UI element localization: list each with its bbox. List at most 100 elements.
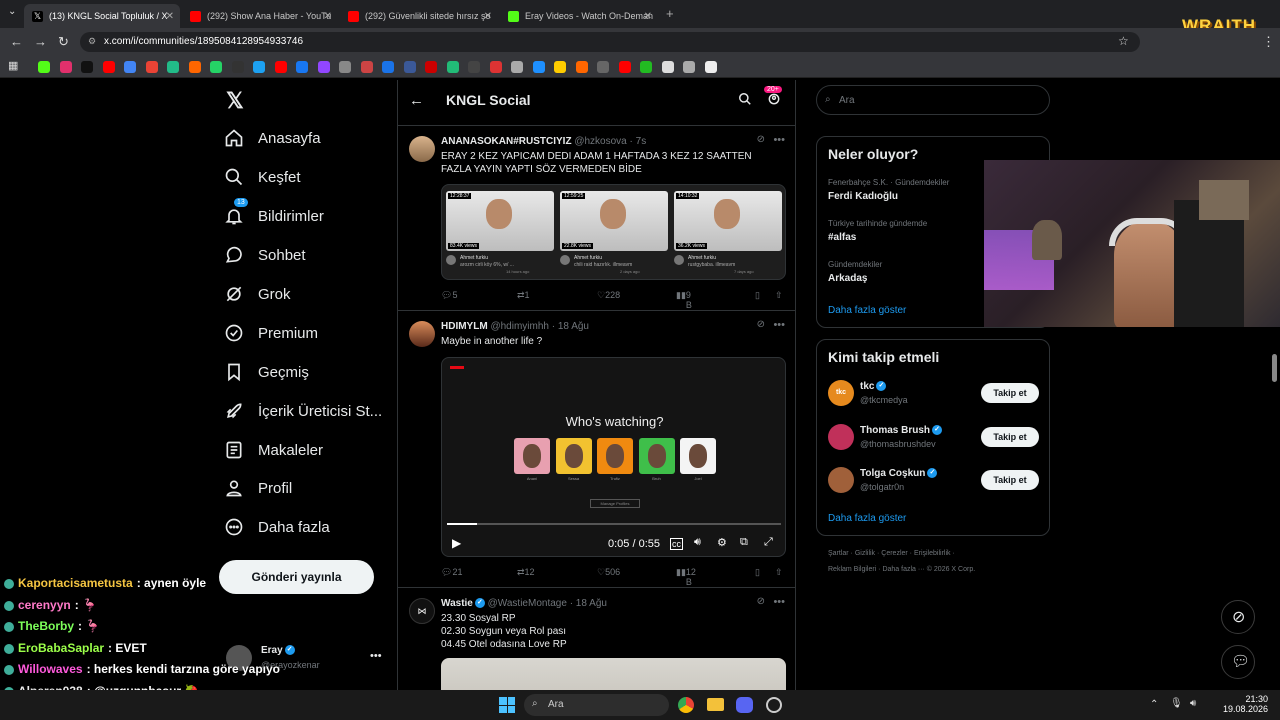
bookmark-favicon-icon[interactable] — [339, 61, 351, 73]
close-tab-icon[interactable]: ✕ — [644, 11, 652, 22]
nav-bookmarks[interactable]: Geçmiş — [224, 357, 309, 387]
close-tab-icon[interactable]: ✕ — [166, 11, 174, 22]
back-icon[interactable]: ← — [10, 34, 23, 49]
bookmark-favicon-icon[interactable] — [683, 61, 695, 73]
search-icon[interactable] — [738, 92, 752, 106]
bookmark-favicon-icon[interactable] — [231, 61, 244, 73]
profile-tile[interactable] — [514, 438, 550, 474]
repost-button[interactable]: ⇄ 12 — [517, 567, 535, 578]
play-icon[interactable]: ▶ — [452, 536, 461, 550]
follow-button[interactable]: Takip et — [981, 470, 1039, 490]
follow-button[interactable]: Takip et — [981, 426, 1039, 447]
video-thumbnail[interactable]: 12:28:37 83.4K views — [446, 191, 554, 251]
trend-name[interactable]: Ferdi Kadıoğlu — [828, 191, 898, 202]
nav-articles[interactable]: Makaleler — [224, 435, 323, 465]
bookmark-favicon-icon[interactable] — [468, 61, 480, 73]
grok-icon[interactable]: ⊘ — [757, 596, 765, 607]
grok-icon[interactable]: ⊘ — [757, 319, 765, 330]
url-field[interactable]: ⚙ x.com/i/communities/189508412895493374… — [80, 32, 1140, 52]
search-input[interactable]: ⌕ Ara — [816, 85, 1050, 115]
bookmark-icon[interactable]: ▯ — [755, 290, 760, 301]
follow-suggestion[interactable]: Tolga Coşkun ✓ @tolgatr0n Takip et — [817, 467, 1049, 497]
footer-links[interactable]: Şartlar · Gizlilik · Çerezler · Erişileb… — [828, 550, 955, 557]
reply-button[interactable]: 💬︎ 5 — [441, 290, 457, 301]
messages-fab[interactable]: 💬︎ — [1221, 645, 1255, 679]
bookmark-favicon-icon[interactable] — [274, 61, 287, 73]
profile-tile[interactable] — [555, 438, 592, 474]
tab-youtube-1[interactable]: (292) Show Ana Haber - YouTu ✕ — [182, 4, 338, 28]
discord-icon[interactable] — [736, 697, 753, 713]
grok-fab[interactable]: ⊘ — [1221, 600, 1255, 634]
clock[interactable]: 21:30 19.08.2026 — [1223, 694, 1268, 714]
follow-name[interactable]: Thomas Brush ✓ — [860, 425, 943, 436]
video-thumbnail[interactable]: 14:10:32 36.2K views — [674, 191, 782, 251]
views-button[interactable]: ▮▮ 12 B — [676, 567, 696, 587]
share-icon[interactable]: ⇧ — [775, 290, 783, 301]
profile-tile[interactable] — [597, 438, 633, 474]
avatar[interactable] — [409, 321, 435, 347]
volume-icon[interactable]: 🔊︎ — [694, 536, 701, 549]
nav-profile[interactable]: Profil — [224, 473, 292, 503]
bookmark-favicon-icon[interactable] — [317, 61, 330, 73]
follow-name[interactable]: Tolga Coşkun ✓ — [860, 468, 938, 479]
bookmark-favicon-icon[interactable] — [253, 61, 265, 73]
bookmark-favicon-icon[interactable] — [81, 61, 93, 73]
follow-name[interactable]: tkc ✓ — [860, 381, 887, 392]
app-icon[interactable] — [766, 697, 782, 713]
post-button[interactable]: Gönderi yayınla — [219, 560, 374, 594]
share-icon[interactable]: ⇧ — [775, 567, 783, 578]
bookmark-favicon-icon[interactable] — [360, 61, 373, 73]
new-tab-icon[interactable]: + — [666, 6, 674, 21]
trend-name[interactable]: #alfas — [828, 232, 856, 243]
tweet-author[interactable]: HDIMYLM @hdimyimhh · 18 Ağu — [441, 321, 589, 332]
tweet-author[interactable]: ANANASOKAN#RUSTCIYIZ @hzkosova · 7s — [441, 136, 646, 147]
more-options-icon[interactable]: ••• — [773, 134, 785, 146]
fullscreen-icon[interactable]: ⤢ — [764, 536, 773, 549]
nav-more[interactable]: Daha fazla — [224, 512, 330, 542]
nav-premium[interactable]: Premium — [224, 318, 318, 348]
bookmark-favicon-icon[interactable] — [296, 61, 308, 73]
like-button[interactable]: ♡ 506 — [597, 567, 620, 578]
more-options-icon[interactable]: ••• — [773, 319, 785, 331]
tab-eray-videos[interactable]: Eray Videos - Watch On-Deman ✕ — [500, 4, 658, 28]
follow-button[interactable]: Takip et — [981, 383, 1039, 403]
reply-button[interactable]: 💬︎ 21 — [441, 567, 462, 578]
bookmark-favicon-icon[interactable] — [704, 61, 717, 73]
settings-icon[interactable]: ⚙ — [717, 536, 727, 549]
bookmark-favicon-icon[interactable] — [489, 61, 502, 73]
forward-icon[interactable]: → — [34, 34, 47, 49]
video-thumbnail[interactable]: 12:59:25 22.8K views — [560, 191, 668, 251]
footer-links[interactable]: Reklam Bilgileri · Daha fazla ··· © 2026… — [828, 566, 975, 573]
bookmark-favicon-icon[interactable] — [403, 61, 416, 73]
pip-icon[interactable]: ⧉ — [740, 536, 748, 549]
views-button[interactable]: ▮▮ 9 B — [676, 290, 692, 310]
avatar[interactable]: tkc — [828, 380, 854, 406]
bookmark-favicon-icon[interactable] — [124, 61, 136, 73]
bookmark-favicon-icon[interactable] — [382, 61, 394, 73]
profile-tile[interactable] — [680, 438, 716, 474]
browser-menu-icon[interactable]: ⋮ — [1262, 34, 1275, 50]
tweet[interactable]: ANANASOKAN#RUSTCIYIZ @hzkosova · 7s ⊘ ••… — [398, 126, 795, 311]
nav-grok[interactable]: Grok — [224, 279, 291, 309]
avatar[interactable] — [828, 467, 854, 493]
profile-tile[interactable] — [638, 438, 675, 474]
taskbar-search[interactable]: ⌕ Ara — [524, 694, 669, 716]
more-options-icon[interactable]: ••• — [773, 596, 785, 608]
trend-name[interactable]: Arkadaş — [828, 273, 867, 284]
avatar[interactable] — [409, 136, 435, 162]
bookmark-icon[interactable]: ▯ — [755, 567, 760, 578]
captions-icon[interactable]: cc — [670, 538, 683, 550]
bookmark-favicon-icon[interactable] — [661, 61, 674, 73]
bookmark-favicon-icon[interactable] — [532, 61, 545, 73]
bookmark-favicon-icon[interactable] — [597, 61, 609, 73]
account-name[interactable]: Eray ✓ — [261, 645, 295, 656]
reload-icon[interactable]: ↻ — [58, 34, 69, 50]
site-info-icon[interactable]: ⚙ — [88, 36, 96, 47]
bookmark-favicon-icon[interactable] — [38, 61, 50, 73]
tweet-author[interactable]: Wastie ✓ @WastieMontage · 18 Ağu — [441, 598, 607, 609]
nav-notifications[interactable]: 13 Bildirimler — [224, 198, 324, 231]
members-icon[interactable] — [767, 92, 781, 106]
file-explorer-icon[interactable] — [707, 698, 724, 711]
bookmark-favicon-icon[interactable] — [446, 61, 459, 73]
close-tab-icon[interactable]: ✕ — [324, 11, 332, 22]
